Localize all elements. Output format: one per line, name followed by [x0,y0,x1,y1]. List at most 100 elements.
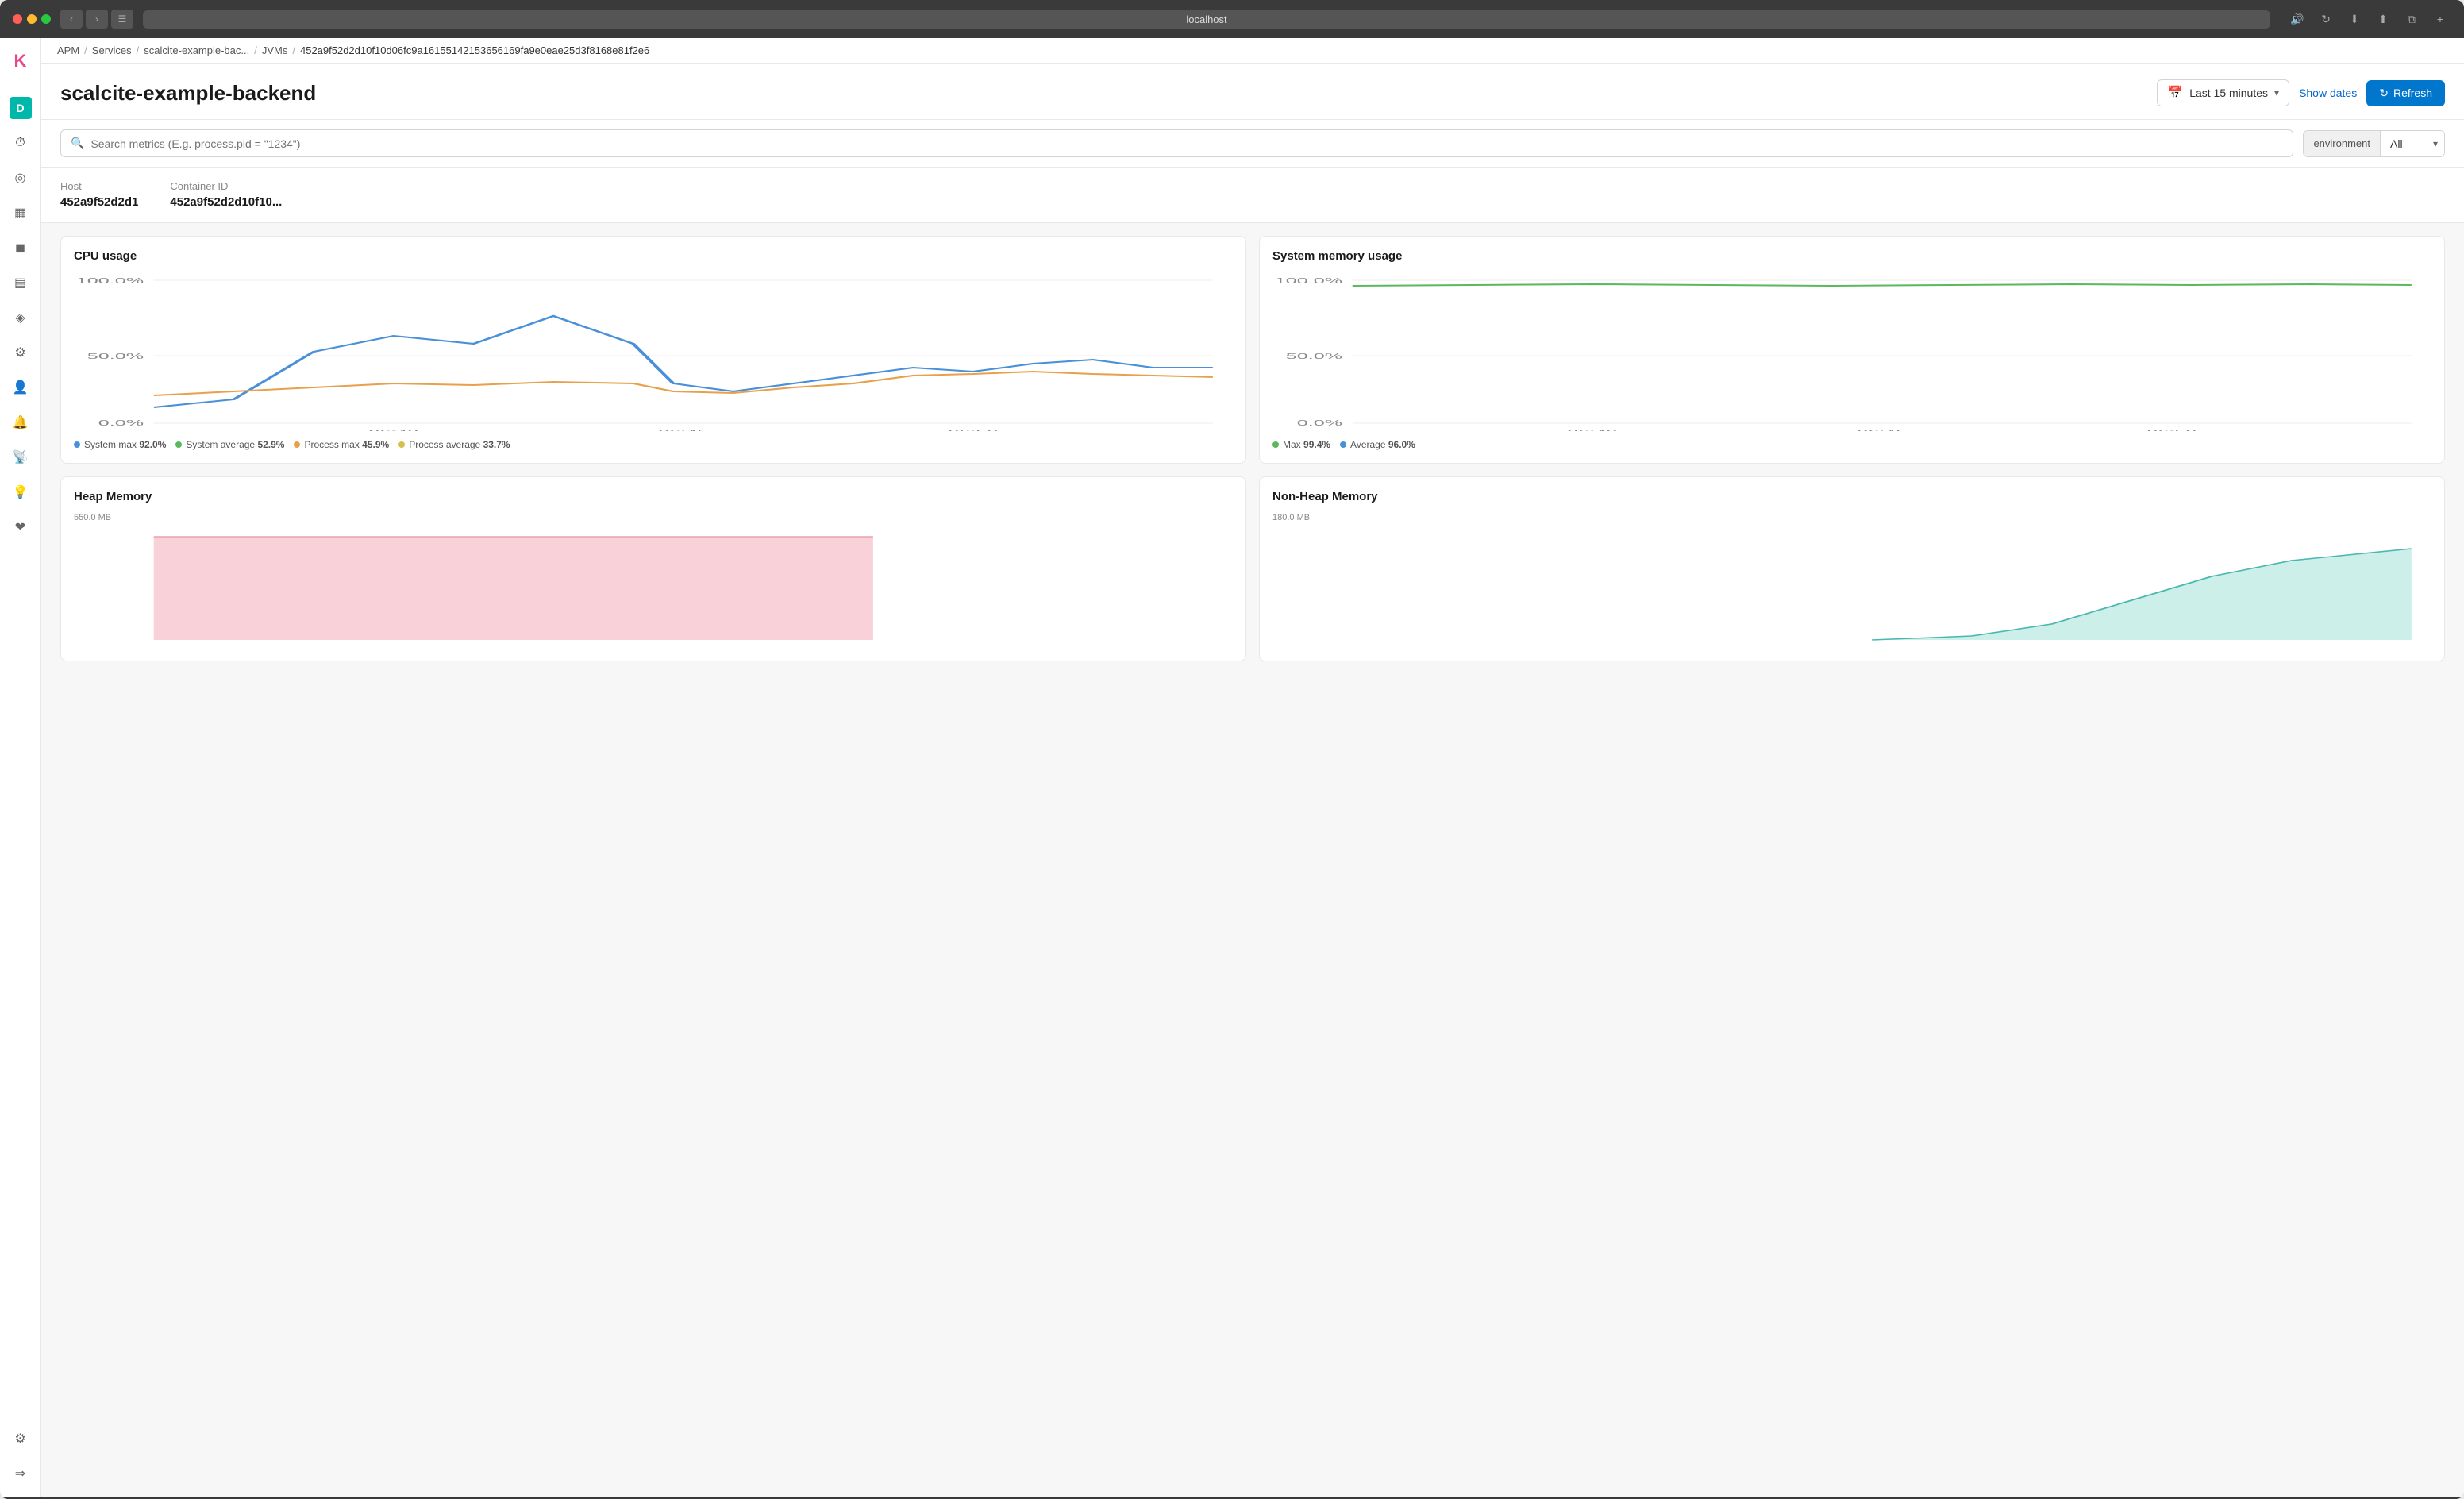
main-content: APM / Services / scalcite-example-bac...… [41,38,2464,1497]
container-label: Container ID [170,180,282,192]
sidebar-item-uptime[interactable]: 📡 [5,441,37,473]
ml-icon: ⚙ [14,345,25,360]
breadcrumb-sep-1: / [84,44,87,56]
legend-average: Average 96.0% [1340,439,1415,450]
sidebar-item-users[interactable]: 👤 [5,372,37,403]
max-label: Max 99.4% [1283,439,1330,450]
uptime-icon: 📡 [13,449,29,465]
container-value: 452a9f52d2d10f10... [170,195,282,209]
charts-grid: CPU usage 100.0% 50.0% 0.0% [41,223,2464,674]
address-bar[interactable]: localhost [143,10,2270,29]
sidebar-item-settings[interactable]: ⚙ [5,1423,37,1455]
share-icon[interactable]: ⬆ [2372,10,2394,29]
svg-text:06:50: 06:50 [2146,429,2196,431]
memory-chart-svg: 100.0% 50.0% 0.0% 06:40 06:45 06:50 [1272,272,2431,431]
breadcrumb-apm[interactable]: APM [57,44,79,56]
heap-chart-svg [74,529,1233,648]
breadcrumb-service-name[interactable]: scalcite-example-bac... [144,44,249,56]
time-range-picker[interactable]: 📅 Last 15 minutes ▾ [2157,79,2289,106]
forward-button[interactable]: › [86,10,108,29]
heap-chart-title: Heap Memory [74,490,1233,503]
app-logo[interactable]: K [8,44,33,78]
back-button[interactable]: ‹ [60,10,83,29]
nav-buttons: ‹ › ☰ [60,10,133,29]
sidebar-item-visualize[interactable]: ◼ [5,232,37,264]
download-icon[interactable]: ⬇ [2343,10,2366,29]
svg-text:100.0%: 100.0% [76,277,144,286]
discover-icon: ◎ [15,170,26,186]
collapse-icon: ⇒ [15,1466,25,1482]
process-avg-dot [398,441,405,448]
container-item: Container ID 452a9f52d2d10f10... [170,180,282,210]
process-avg-label: Process average 33.7% [409,439,510,450]
memory-max-line [1353,284,2412,286]
sidebar-item-alerts[interactable]: 🔔 [5,407,37,438]
process-max-label: Process max 45.9% [304,439,389,450]
sidebar: K D ⏱ ◎ ▦ ◼ ▤ ◈ ⚙ [0,38,41,1497]
page-header: scalcite-example-backend 📅 Last 15 minut… [41,64,2464,120]
average-label: Average 96.0% [1350,439,1415,450]
sidebar-item-ml[interactable]: ⚙ [5,337,37,368]
breadcrumb-current: 452a9f52d2d10f10d06fc9a16155142153656169… [300,44,649,56]
sidebar-item-siem[interactable]: ❤ [5,511,37,543]
legend-system-max: System max 92.0% [74,439,166,450]
app-container: K D ⏱ ◎ ▦ ◼ ▤ ◈ ⚙ [0,38,2464,1497]
search-input[interactable] [90,137,2283,150]
svg-text:06:40: 06:40 [368,429,418,431]
breadcrumb-services[interactable]: Services [92,44,132,56]
system-max-label: System max 92.0% [84,439,166,450]
sidebar-item-canvas[interactable]: ▤ [5,267,37,299]
heap-chart-area [74,529,1233,648]
environment-select[interactable]: All [2381,131,2444,156]
environment-filter: environment All ▾ [2303,130,2445,157]
refresh-label: Refresh [2393,87,2432,99]
volume-icon[interactable]: 🔊 [2286,10,2308,29]
add-tab-icon[interactable]: + [2429,10,2451,29]
duplicate-icon[interactable]: ⧉ [2400,10,2423,29]
system-max-dot [74,441,80,448]
host-value: 452a9f52d2d1 [60,195,138,209]
breadcrumb-sep-3: / [254,44,257,56]
environment-label: environment [2304,131,2381,156]
reload-icon[interactable]: ↻ [2315,10,2337,29]
sidebar-collapse-button[interactable]: ⇒ [5,1458,37,1489]
host-label: Host [60,180,138,192]
legend-system-avg: System average 52.9% [175,439,284,450]
close-button[interactable] [13,14,22,24]
sidebar-toggle-button[interactable]: ☰ [111,10,133,29]
refresh-button[interactable]: ↻ Refresh [2366,80,2445,106]
breadcrumb: APM / Services / scalcite-example-bac...… [41,38,2464,64]
sidebar-item-dashboard[interactable]: ▦ [5,197,37,229]
search-input-wrap: 🔍 [60,129,2293,157]
minimize-button[interactable] [27,14,37,24]
svg-text:06:45: 06:45 [658,429,708,431]
host-info: Host 452a9f52d2d1 Container ID 452a9f52d… [41,168,2464,223]
canvas-icon: ▤ [14,275,26,291]
browser-window: ‹ › ☰ localhost 🔊 ↻ ⬇ ⬆ ⧉ + K D ⏱ [0,0,2464,1499]
svg-text:0.0%: 0.0% [1297,419,1342,428]
sidebar-item-badge[interactable]: D [5,92,37,124]
process-max-dot [294,441,300,448]
kibana-logo: K [14,51,27,71]
sidebar-item-maps[interactable]: ◈ [5,302,37,333]
cpu-chart-svg: 100.0% 50.0% 0.0% 06:40 06:45 06:50 [74,272,1233,431]
chevron-down-icon: ▾ [2274,87,2279,98]
sidebar-item-discover[interactable]: ◎ [5,162,37,194]
breadcrumb-sep-2: / [137,44,140,56]
non-heap-chart-title: Non-Heap Memory [1272,490,2431,503]
user-icon: 👤 [13,380,29,395]
search-section: 🔍 environment All ▾ [41,120,2464,168]
alerts-icon: 🔔 [13,414,29,430]
show-dates-button[interactable]: Show dates [2299,87,2357,99]
maximize-button[interactable] [41,14,51,24]
sidebar-item-apm[interactable]: ⏱ [5,127,37,159]
breadcrumb-jvms[interactable]: JVMs [262,44,288,56]
non-heap-chart-svg [1272,529,2431,648]
environment-select-wrap: All ▾ [2381,131,2444,156]
siem-icon: ❤ [15,519,25,535]
memory-chart-legend: Max 99.4% Average 96.0% [1272,439,2431,450]
lens-icon: 💡 [13,484,29,500]
browser-titlebar: ‹ › ☰ localhost 🔊 ↻ ⬇ ⬆ ⧉ + [0,0,2464,38]
sidebar-item-lens[interactable]: 💡 [5,476,37,508]
average-dot [1340,441,1346,448]
